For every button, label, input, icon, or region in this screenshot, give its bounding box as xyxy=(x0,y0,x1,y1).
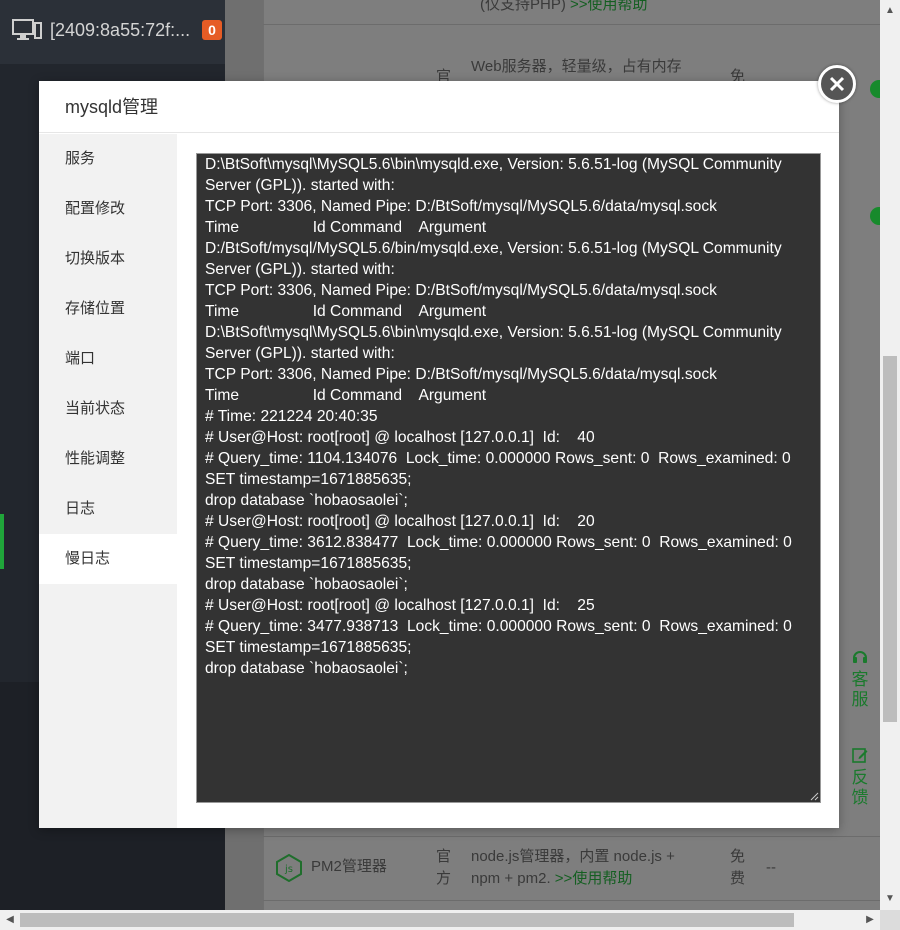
pm2-name: PM2管理器 xyxy=(311,858,387,875)
scrollbar-corner xyxy=(880,910,900,930)
log-line: # User@Host: root[root] @ localhost [127… xyxy=(205,513,595,530)
customer-service-button[interactable]: 客 服 xyxy=(842,648,878,710)
close-dialog-button[interactable] xyxy=(818,65,856,103)
log-line: TCP Port: 3306, Named Pipe: D:/BtSoft/my… xyxy=(205,198,717,215)
scroll-left-arrow-icon[interactable]: ◀ xyxy=(2,910,18,930)
log-line: D:\BtSoft\mysql\MySQL5.6\bin\mysqld.exe,… xyxy=(205,324,782,341)
log-line: SET timestamp=1671885635; xyxy=(205,471,412,488)
tab-log[interactable]: 日志 xyxy=(39,484,177,534)
pm2-type-1: 官 xyxy=(436,848,452,865)
help-link[interactable]: >>使用帮助 xyxy=(570,0,648,13)
log-line: Server (GPL)). started with: xyxy=(205,345,395,362)
help-link[interactable]: >>使用帮助 xyxy=(555,870,633,887)
log-line: Server (GPL)). started with: xyxy=(205,177,395,194)
scroll-down-arrow-icon[interactable]: ▼ xyxy=(880,890,900,908)
slow-log-textarea[interactable]: D:\BtSoft\mysql\MySQL5.6\bin\mysqld.exe,… xyxy=(196,153,821,803)
edit-icon xyxy=(852,748,868,763)
sidebar-active-indicator xyxy=(0,514,4,569)
pm2-price-1: 免 xyxy=(730,848,746,865)
log-line: Time Id Command Argument xyxy=(205,387,487,404)
log-line: # Query_time: 3612.838477 Lock_time: 0.0… xyxy=(205,534,792,551)
horizontal-scroll-thumb[interactable] xyxy=(20,913,794,927)
pm2-desc-1: node.js管理器，内置 node.js + xyxy=(471,848,675,865)
headset-icon xyxy=(853,651,867,663)
dialog-tab-list: 服务 配置修改 切换版本 存储位置 端口 当前状态 性能调整 日志 慢日志 xyxy=(39,134,177,828)
table-row: (仅支持PHP) >>使用帮助 xyxy=(480,0,648,16)
vertical-scroll-thumb[interactable] xyxy=(883,356,897,722)
log-line: Server (GPL)). started with: xyxy=(205,261,395,278)
message-count-badge[interactable]: 0 xyxy=(202,20,222,40)
table-row-divider xyxy=(263,836,880,837)
mysqld-manager-dialog: mysqld管理 服务 配置修改 切换版本 存储位置 端口 当前状态 性能调整 … xyxy=(39,81,839,828)
log-line: Time Id Command Argument xyxy=(205,219,487,236)
server-host[interactable]: [2409:8a55:72f:... 0 xyxy=(12,18,222,42)
tab-performance[interactable]: 性能调整 xyxy=(39,434,177,484)
log-line: # User@Host: root[root] @ localhost [127… xyxy=(205,597,595,614)
log-line: TCP Port: 3306, Named Pipe: D:/BtSoft/my… xyxy=(205,282,717,299)
tab-slow-log[interactable]: 慢日志 xyxy=(39,534,177,584)
log-line: TCP Port: 3306, Named Pipe: D:/BtSoft/my… xyxy=(205,366,717,383)
log-line: D:\BtSoft\mysql\MySQL5.6\bin\mysqld.exe,… xyxy=(205,156,782,173)
resize-grip-icon[interactable] xyxy=(809,791,819,801)
monitor-icon xyxy=(12,19,42,40)
log-line: # Time: 221224 20:40:35 xyxy=(205,408,378,425)
log-line: Time Id Command Argument xyxy=(205,303,487,320)
log-line: D:/BtSoft/mysql/MySQL5.6/bin/mysqld.exe,… xyxy=(205,240,782,257)
svg-text:js: js xyxy=(284,864,293,875)
tab-config[interactable]: 配置修改 xyxy=(39,184,177,234)
vertical-scrollbar[interactable]: ▲ ▼ xyxy=(880,0,900,910)
table-row-divider xyxy=(263,24,880,25)
log-line: drop database `hobaosaolei`; xyxy=(205,660,408,677)
log-line: # Query_time: 3477.938713 Lock_time: 0.0… xyxy=(205,618,792,635)
pm2-price-2: 费 xyxy=(730,870,746,887)
pm2-desc-2: npm + pm2. >>使用帮助 xyxy=(471,870,633,887)
tab-storage-location[interactable]: 存储位置 xyxy=(39,284,177,334)
tab-switch-version[interactable]: 切换版本 xyxy=(39,234,177,284)
log-line: # User@Host: root[root] @ localhost [127… xyxy=(205,429,595,446)
log-line: # Query_time: 1104.134076 Lock_time: 0.0… xyxy=(205,450,791,467)
horizontal-scrollbar[interactable]: ◀ ▶ xyxy=(0,910,880,930)
sidebar-header: [2409:8a55:72f:... 0 xyxy=(0,0,225,64)
feedback-button[interactable]: 反 馈 xyxy=(842,746,878,808)
dialog-title: mysqld管理 xyxy=(39,81,839,133)
tab-port[interactable]: 端口 xyxy=(39,334,177,384)
log-line: SET timestamp=1671885635; xyxy=(205,639,412,656)
tab-current-status[interactable]: 当前状态 xyxy=(39,384,177,434)
tab-service[interactable]: 服务 xyxy=(39,134,177,184)
table-row-divider xyxy=(263,900,880,901)
close-icon xyxy=(829,76,845,92)
log-line: drop database `hobaosaolei`; xyxy=(205,492,408,509)
scroll-up-arrow-icon[interactable]: ▲ xyxy=(880,2,900,20)
pm2-version: -- xyxy=(766,859,776,876)
log-line: drop database `hobaosaolei`; xyxy=(205,576,408,593)
scroll-right-arrow-icon[interactable]: ▶ xyxy=(862,910,878,930)
web-desc: Web服务器，轻量级，占有内存 xyxy=(471,58,682,75)
log-line: SET timestamp=1671885635; xyxy=(205,555,412,572)
server-host-label: [2409:8a55:72f:... xyxy=(50,19,191,40)
pm2-type-2: 方 xyxy=(436,870,452,887)
nodejs-icon: js xyxy=(276,854,302,882)
